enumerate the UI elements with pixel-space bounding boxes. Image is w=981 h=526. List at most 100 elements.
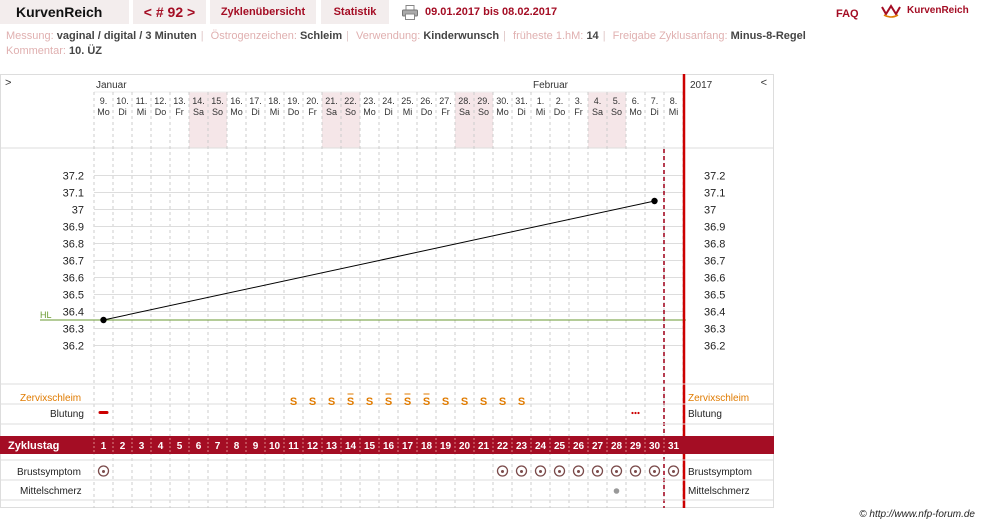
zyklustag-number: 22 bbox=[497, 441, 509, 452]
date-label: 9. bbox=[100, 96, 108, 106]
y-tick-label-right: 36.2 bbox=[704, 341, 725, 353]
copyright: © http://www.nfp-forum.de bbox=[859, 509, 975, 520]
weekday-label: Mo bbox=[97, 107, 110, 117]
weekday-label: Di bbox=[650, 107, 659, 117]
zervix-mark: S bbox=[461, 396, 468, 408]
app-title[interactable]: KurvenReich bbox=[0, 0, 129, 24]
zervix-mark: S bbox=[404, 396, 411, 408]
y-tick-label-right: 36.6 bbox=[704, 273, 725, 285]
y-tick-label: 36.9 bbox=[63, 222, 84, 234]
date-label: 10. bbox=[116, 96, 129, 106]
mittelschmerz-dot bbox=[613, 488, 620, 494]
zyklustag-number: 10 bbox=[269, 441, 281, 452]
month-label: Februar bbox=[533, 80, 569, 91]
zyklustag-number: 26 bbox=[573, 441, 585, 452]
breast-symptom-dot bbox=[653, 470, 656, 473]
zyklustag-number: 28 bbox=[611, 441, 623, 452]
separator: | bbox=[200, 30, 204, 42]
y-tick-label: 36.4 bbox=[63, 307, 84, 319]
breast-symptom-dot bbox=[634, 470, 637, 473]
printer-icon[interactable] bbox=[402, 5, 418, 20]
y-tick-label: 37 bbox=[72, 205, 84, 217]
zyklustag-number: 3 bbox=[139, 441, 145, 452]
breast-symptom-dot bbox=[672, 470, 675, 473]
zyklustag-number: 14 bbox=[345, 441, 357, 452]
temperature-point bbox=[651, 197, 658, 205]
breast-symptom-dot bbox=[615, 470, 618, 473]
zyklustag-number: 29 bbox=[630, 441, 642, 452]
weekday-label: Di bbox=[118, 107, 127, 117]
zyklustag-number: 1 bbox=[101, 441, 107, 452]
date-label: 23. bbox=[363, 96, 376, 106]
tab-cycle-overview[interactable]: Zyklenübersicht bbox=[210, 0, 316, 24]
top-bar: KurvenReich < # 92 > Zyklenübersicht Sta… bbox=[0, 0, 981, 27]
weekday-label: Fr bbox=[175, 107, 184, 117]
y-tick-label: 36.7 bbox=[63, 256, 84, 268]
date-label: 2. bbox=[556, 96, 564, 106]
zervix-mark: S bbox=[499, 396, 506, 408]
date-label: 21. bbox=[325, 96, 338, 106]
y-tick-label: 37.2 bbox=[63, 171, 84, 183]
weekday-label: Mi bbox=[669, 107, 679, 117]
zyklustag-number: 30 bbox=[649, 441, 661, 452]
zyklustag-number: 21 bbox=[478, 441, 490, 452]
date-label: 5. bbox=[613, 96, 621, 106]
zervix-mark: S bbox=[347, 396, 354, 408]
date-label: 31. bbox=[515, 96, 528, 106]
messung-label: Messung: bbox=[6, 30, 54, 42]
mittel-label: Mittelschmerz bbox=[20, 486, 82, 497]
mittel-label-right: Mittelschmerz bbox=[688, 486, 750, 497]
zyklustag-number: 4 bbox=[158, 441, 164, 452]
cycle-navigator[interactable]: < # 92 > bbox=[133, 0, 206, 24]
freigabe-value: Minus-8-Regel bbox=[730, 30, 806, 42]
oestrogen-value: Schleim bbox=[299, 30, 343, 42]
date-label: 3. bbox=[575, 96, 583, 106]
zyklustag-number: 17 bbox=[402, 441, 414, 452]
crown-icon bbox=[881, 4, 901, 18]
weekday-label: Do bbox=[554, 107, 566, 117]
zyklustag-number: 16 bbox=[383, 441, 395, 452]
zervix-mark: S bbox=[518, 396, 525, 408]
weekday-label: Sa bbox=[592, 107, 603, 117]
y-tick-label: 36.5 bbox=[63, 290, 84, 302]
date-label: 25. bbox=[401, 96, 414, 106]
frueheste-value: 14 bbox=[586, 30, 599, 42]
date-label: 1. bbox=[537, 96, 545, 106]
brust-label: Brustsymptom bbox=[17, 467, 81, 478]
y-tick-label-right: 36.9 bbox=[704, 222, 725, 234]
brand-logo[interactable]: KurvenReich bbox=[880, 2, 969, 18]
y-tick-label-right: 36.3 bbox=[704, 324, 725, 336]
nav-next-button: < bbox=[761, 77, 767, 89]
date-label: 29. bbox=[477, 96, 490, 106]
date-label: 18. bbox=[268, 96, 281, 106]
zervix-mark: S bbox=[309, 396, 316, 408]
zyklustag-number: 8 bbox=[234, 441, 240, 452]
weekday-label: Do bbox=[421, 107, 433, 117]
date-label: 19. bbox=[287, 96, 300, 106]
y-tick-label-right: 36.8 bbox=[704, 239, 725, 251]
date-label: 12. bbox=[154, 96, 167, 106]
separator: | bbox=[503, 30, 506, 42]
zyklustag-number: 31 bbox=[668, 441, 680, 452]
zyklustag-number: 15 bbox=[364, 441, 376, 452]
weekday-label: Fr bbox=[308, 107, 317, 117]
freigabe-label: Freigabe Zyklusanfang: bbox=[612, 30, 728, 42]
tab-statistics[interactable]: Statistik bbox=[321, 0, 389, 24]
zervix-mark: S bbox=[480, 396, 487, 408]
meta-line-2: Kommentar: 10. ÜZ bbox=[6, 45, 102, 57]
zervix-mark: S bbox=[442, 396, 449, 408]
zyklustag-number: 19 bbox=[440, 441, 452, 452]
weekday-label: Do bbox=[155, 107, 167, 117]
date-label: 27. bbox=[439, 96, 452, 106]
zyklustag-number: 23 bbox=[516, 441, 528, 452]
date-label: 8. bbox=[670, 96, 678, 106]
nav-prev-button: > bbox=[5, 77, 11, 89]
weekday-label: Mo bbox=[230, 107, 243, 117]
weekday-label: So bbox=[345, 107, 356, 117]
separator: | bbox=[602, 30, 606, 42]
separator: | bbox=[346, 30, 349, 42]
weekday-label: Fr bbox=[441, 107, 450, 117]
weekday-label: Mo bbox=[363, 107, 376, 117]
weekday-label: Di bbox=[384, 107, 393, 117]
faq-link[interactable]: FAQ bbox=[836, 8, 859, 20]
